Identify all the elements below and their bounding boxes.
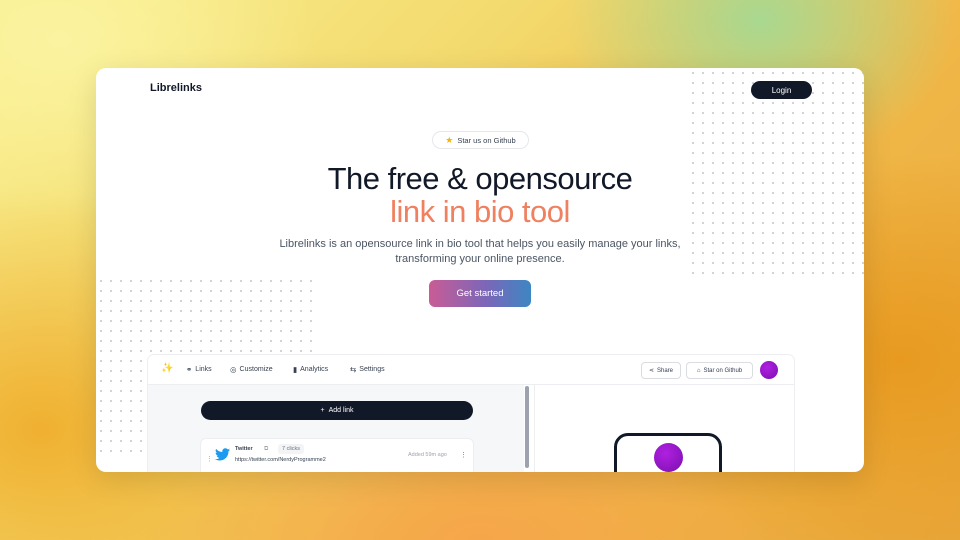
click-count-badge: 7 clicks <box>278 444 305 454</box>
nav-links[interactable]: ⚭ Links <box>186 365 212 374</box>
landing-card: Librelinks Login ★ Star us on Github The… <box>96 68 864 472</box>
hero-description: Librelinks is an opensource link in bio … <box>279 238 681 265</box>
more-options-icon[interactable]: ⋮ <box>460 451 467 459</box>
preview-panel <box>534 385 794 472</box>
hero-title-line2: link in bio tool <box>390 194 570 229</box>
badge-label: Star us on Github <box>457 135 516 145</box>
github-star-badge[interactable]: ★ Star us on Github <box>432 131 529 149</box>
github-icon: ⌂ <box>696 367 701 374</box>
share-button[interactable]: ⋖ Share <box>641 362 681 379</box>
nav-analytics[interactable]: ▮ Analytics <box>293 365 328 374</box>
star-icon: ★ <box>445 134 454 145</box>
hero-title-line1: The free & opensource <box>327 161 633 196</box>
copy-icon[interactable]: ⧉ <box>264 446 268 453</box>
link-url[interactable]: https://twitter.com/NerdyProgramme2 <box>235 457 326 463</box>
get-started-button[interactable]: Get started <box>429 280 531 307</box>
app-navbar: ✨ ⚭ Links ◎ Customize ▮ Analytics ⇆ Sett… <box>148 355 794 385</box>
nav-links-label: Links <box>195 366 212 373</box>
palette-icon: ◎ <box>230 365 237 374</box>
link-title: Twitter <box>235 446 253 452</box>
nav-settings[interactable]: ⇆ Settings <box>350 365 385 374</box>
app-preview: ✨ ⚭ Links ◎ Customize ▮ Analytics ⇆ Sett… <box>148 355 794 472</box>
share-icon: ⋖ <box>648 368 654 374</box>
star-on-github-button[interactable]: ⌂ Star on Github <box>686 362 753 379</box>
plus-icon: + <box>320 407 325 414</box>
bar-chart-icon: ▮ <box>293 365 298 374</box>
nav-settings-label: Settings <box>359 366 385 373</box>
brand-logo[interactable]: Librelinks <box>150 82 202 94</box>
twitter-icon <box>215 448 230 461</box>
nav-customize-label: Customize <box>239 366 273 373</box>
preview-avatar <box>654 443 683 472</box>
phone-preview <box>614 433 722 472</box>
magic-wand-icon[interactable]: ✨ <box>161 363 173 374</box>
drag-handle-icon[interactable]: ⋮ <box>206 455 213 463</box>
link-row[interactable]: ⋮ Twitter ⧉ 7 clicks https://twitter.com… <box>201 439 473 472</box>
nav-analytics-label: Analytics <box>300 366 329 373</box>
add-link-button[interactable]: + Add link <box>201 401 473 420</box>
user-avatar[interactable] <box>760 361 778 379</box>
login-button[interactable]: Login <box>751 81 812 99</box>
sliders-icon: ⇆ <box>350 365 357 374</box>
scrollbar[interactable] <box>525 386 529 468</box>
add-link-label: Add link <box>328 407 354 414</box>
nav-customize[interactable]: ◎ Customize <box>230 365 273 374</box>
share-label: Share <box>657 367 674 374</box>
link-added-time: Added 59m ago <box>408 452 447 458</box>
link-icon: ⚭ <box>186 365 193 374</box>
star-on-github-label: Star on Github <box>703 367 743 374</box>
